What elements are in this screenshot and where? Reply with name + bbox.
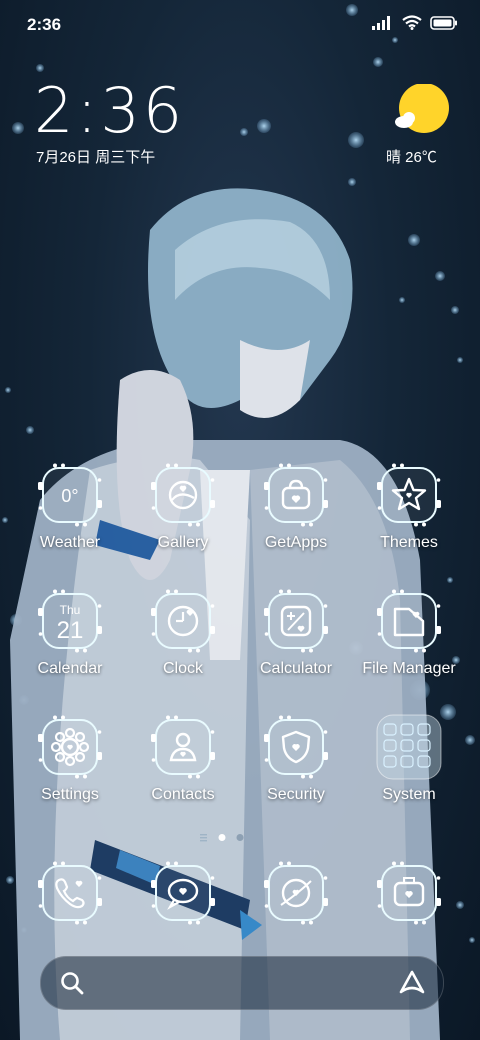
app-label: Contacts xyxy=(151,786,215,803)
system-folder-icon xyxy=(376,714,442,780)
app-label: Gallery xyxy=(157,534,209,551)
search-icon[interactable] xyxy=(59,970,85,996)
browser-icon xyxy=(264,861,328,925)
dock-phone-button[interactable] xyxy=(37,860,103,926)
calendar-date: 21 xyxy=(57,617,84,644)
dock-browser-button[interactable] xyxy=(263,860,329,926)
app-label: File Manager xyxy=(362,660,456,677)
app-label: Weather xyxy=(39,534,101,551)
app-themes[interactable]: Themes xyxy=(352,462,466,572)
clock-icon xyxy=(151,589,215,653)
messages-icon xyxy=(151,861,215,925)
page-dot xyxy=(236,834,244,841)
app-file-manager[interactable]: File Manager xyxy=(352,588,466,698)
weather-icon: 0° xyxy=(38,463,102,527)
app-contacts[interactable]: Contacts xyxy=(126,714,240,824)
svg-text:0°: 0° xyxy=(61,486,78,506)
app-label: Settings xyxy=(41,786,99,803)
contacts-icon xyxy=(151,715,215,779)
dock-camera-button[interactable] xyxy=(376,860,442,926)
calendar-icon: Thu 21 xyxy=(38,589,102,653)
file-manager-icon xyxy=(377,589,441,653)
app-label: GetApps xyxy=(264,534,328,551)
app-settings[interactable]: Settings xyxy=(13,714,127,824)
app-label: Calendar xyxy=(37,660,103,677)
calculator-icon xyxy=(264,589,328,653)
phone-icon xyxy=(38,861,102,925)
app-getapps[interactable]: GetApps xyxy=(239,462,353,572)
app-label: Calculator xyxy=(259,660,333,677)
weather-widget[interactable]: 晴 26℃ xyxy=(386,84,449,174)
calendar-day: Thu xyxy=(60,603,81,617)
app-security[interactable]: Security xyxy=(239,714,353,824)
app-clock[interactable]: Clock xyxy=(126,588,240,698)
app-label: Themes xyxy=(380,534,438,551)
app-gallery[interactable]: Gallery xyxy=(126,462,240,572)
camera-icon xyxy=(377,861,441,925)
app-calendar[interactable]: Thu 21 Calendar xyxy=(13,588,127,698)
security-icon xyxy=(264,715,328,779)
app-label: Clock xyxy=(162,660,203,677)
wifi-icon xyxy=(402,15,422,30)
app-label: System xyxy=(382,786,436,803)
app-label: Security xyxy=(267,786,325,803)
app-weather[interactable]: 0° Weather xyxy=(13,462,127,572)
getapps-icon xyxy=(264,463,328,527)
gallery-icon xyxy=(151,463,215,527)
app-calculator[interactable]: Calculator xyxy=(239,588,353,698)
settings-icon xyxy=(38,715,102,779)
clock-widget-date: 7月26日 周三下午 xyxy=(36,149,156,166)
sun-cloud-icon xyxy=(395,84,449,133)
assistant-icon[interactable] xyxy=(397,970,427,996)
dock-messages-button[interactable] xyxy=(150,860,216,926)
status-time: 2:36 xyxy=(27,15,62,34)
page-indicator[interactable] xyxy=(200,830,280,842)
app-system[interactable]: System xyxy=(352,714,466,824)
clock-widget-time[interactable]: 2:36 xyxy=(34,74,185,147)
status-bar: 2:36 xyxy=(0,0,480,48)
weather-widget-text: 晴 26℃ xyxy=(386,149,437,166)
page-dot-active xyxy=(218,834,226,841)
search-bar[interactable] xyxy=(40,956,444,1010)
signal-icon xyxy=(372,15,390,30)
themes-icon xyxy=(377,463,441,527)
battery-icon xyxy=(430,15,457,30)
